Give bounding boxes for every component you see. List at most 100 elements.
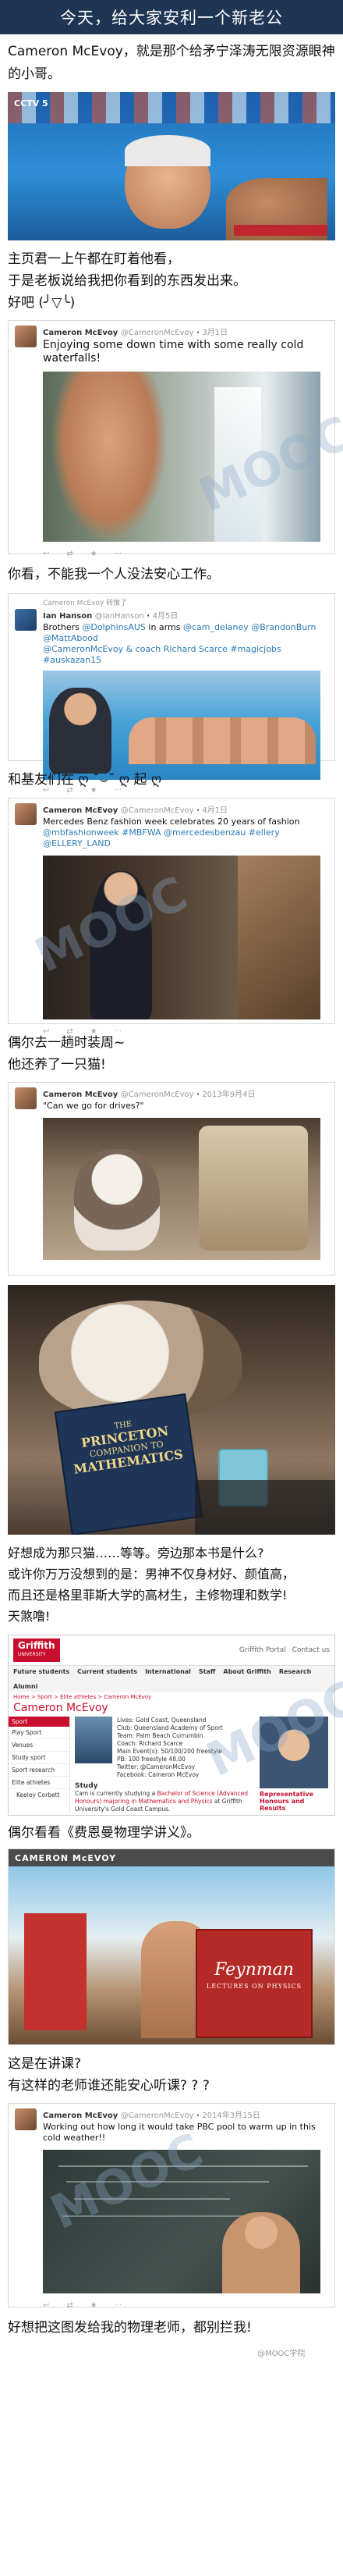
web-header: Griffith UNIVERSITY Griffith Portal Cont…: [9, 1635, 334, 1666]
page-title: 今天，给大家安利一个新老公: [60, 9, 283, 27]
tweet-handle[interactable]: @IanHanson: [95, 612, 144, 621]
coach-figure: [49, 688, 111, 774]
tweet-header: Cameron McEvoy @CameronMcEvoy · 2014年3月1…: [9, 2104, 334, 2145]
caption-intro: Cameron McEvoy，就是那个给矛宁泽涛无限资源眼神的小哥。: [8, 44, 335, 82]
nav-item[interactable]: About Griffith: [223, 1668, 271, 1675]
university-logo[interactable]: Griffith UNIVERSITY: [13, 1638, 60, 1662]
caption-line: 和基友们在 ღ ˘⌣˘ ღ 起 ღ: [8, 772, 162, 788]
profile-detail: Twitter: @CameronMcEvoy: [117, 1763, 196, 1770]
mention-link[interactable]: @CameronMcEvoy & coach Richard Scarce: [43, 644, 230, 654]
mention-link[interactable]: @ELLERY_LAND: [43, 838, 111, 849]
nav-item[interactable]: International: [145, 1668, 191, 1675]
study-heading: Study: [75, 1782, 98, 1790]
nav-item[interactable]: Research: [279, 1668, 312, 1675]
avatar[interactable]: [15, 803, 37, 825]
side-nav-item[interactable]: Play Sport: [9, 1727, 69, 1739]
avatar[interactable]: [15, 2108, 37, 2130]
car-seat: [199, 1126, 308, 1251]
footer-watermark: @MOOC学院: [257, 2350, 306, 2358]
tweet-header: Cameron McEvoy @CameronMcEvoy · 3月1日 Enj…: [9, 321, 334, 367]
logo-text: Griffith: [18, 1640, 55, 1651]
tweet-author[interactable]: Cameron McEvoy: [43, 2112, 118, 2120]
logo-subtext: UNIVERSITY: [18, 1652, 46, 1657]
cat-book-photo: THE PRINCETON COMPANION TO MATHEMATICS: [8, 1285, 335, 1535]
more-icon[interactable]: ···: [115, 550, 122, 558]
tweet-author[interactable]: Cameron McEvoy: [43, 806, 118, 815]
side-nav-item[interactable]: Keeley Corbett: [9, 1789, 69, 1801]
profile-detail: Facebook: Cameron McEvoy: [117, 1771, 200, 1778]
caption-line: 有这样的老师谁还能安心听课? ? ?: [8, 2078, 210, 2094]
profile-detail: Coach: Richard Scarce: [117, 1740, 183, 1747]
more-icon[interactable]: ···: [115, 2301, 122, 2310]
caption-line: 这是在讲课?: [8, 2056, 82, 2072]
tweet-text-part: Brothers: [43, 622, 83, 632]
caption-line: 或许你万万没想到的是：男神不仅身材好、颜值高，: [8, 1567, 295, 1582]
like-icon[interactable]: ★: [90, 2301, 97, 2310]
caption-line: 好想把这图发给我的物理老师，都别拦我!: [8, 2320, 252, 2336]
fashion-week-photo[interactable]: [43, 856, 320, 1019]
lane-rope: [8, 92, 335, 123]
reply-icon[interactable]: ↩: [43, 550, 49, 558]
caption-line: 好想成为那只猫……等等。旁边那本书是什么?: [8, 1546, 264, 1560]
nav-item[interactable]: Alumni: [13, 1683, 37, 1690]
side-nav-item[interactable]: Elite athletes: [9, 1777, 69, 1789]
tweet-author[interactable]: Ian Hanson: [43, 612, 92, 621]
caption-line: 天煞噜!: [8, 1609, 51, 1624]
tweet-handle[interactable]: @CameronMcEvoy: [121, 329, 194, 337]
tweet-date: 3月1日: [202, 329, 228, 337]
tweet-handle[interactable]: @CameronMcEvoy: [121, 2112, 194, 2120]
tweet-text-part: in arms: [145, 622, 183, 632]
retweet-icon[interactable]: ⇄: [66, 550, 72, 558]
avatar[interactable]: [15, 1087, 37, 1109]
hashtag-link[interactable]: @mbfashionweek #MBFWA @mercedesbenzau #e…: [43, 827, 280, 838]
tweet-text-part: Mercedes Benz fashion week celebrates 20…: [43, 817, 300, 827]
waterfall-photo[interactable]: [43, 372, 320, 542]
honours-link[interactable]: Representative: [260, 1791, 331, 1798]
team-photo[interactable]: [43, 671, 320, 780]
caption-line: 偶尔去一趟时装周~: [8, 1035, 126, 1051]
tweet-card[interactable]: Cameron McEvoy @CameronMcEvoy · 4月1日 Mer…: [8, 798, 335, 1036]
breadcrumb[interactable]: Home > Sport > Elite athletes > Cameron …: [9, 1692, 334, 1702]
side-nav-item[interactable]: Venues: [9, 1739, 69, 1752]
profile-detail: Lives: Gold Coast, Queensland: [117, 1717, 207, 1724]
top-link[interactable]: Contact us: [292, 1646, 330, 1654]
tweet-card[interactable]: Cameron McEvoy @CameronMcEvoy · 2013年9月4…: [8, 1082, 335, 1276]
cat-in-car-photo[interactable]: [43, 1118, 320, 1260]
avatar[interactable]: [15, 609, 37, 631]
side-nav-item[interactable]: Sport: [9, 1717, 69, 1727]
nav-item[interactable]: Current students: [77, 1668, 137, 1675]
tweet-handle[interactable]: @CameronMcEvoy: [121, 1091, 194, 1099]
like-icon[interactable]: ★: [90, 550, 97, 558]
side-nav-item[interactable]: Study sport: [9, 1752, 69, 1764]
dark-jeans: [195, 1480, 335, 1535]
math-book: THE PRINCETON COMPANION TO MATHEMATICS: [54, 1393, 203, 1535]
profile-photo-small: [75, 1717, 112, 1763]
cat: [74, 1149, 160, 1251]
tweet-card[interactable]: Cameron McEvoy @CameronMcEvoy · 2014年3月1…: [8, 2103, 335, 2310]
tweet-author[interactable]: Cameron McEvoy: [43, 329, 118, 337]
nav-item[interactable]: Future students: [13, 1668, 69, 1675]
top-link[interactable]: Griffith Portal: [239, 1646, 286, 1654]
torso: [51, 372, 168, 542]
tweet-card[interactable]: Cameron McEvoy 转推了 Ian Hanson @IanHanson…: [8, 593, 335, 795]
profile-portrait: [260, 1717, 328, 1788]
honours-link[interactable]: Honours and Results: [260, 1798, 331, 1812]
profile-detail: Club: Queensland Academy of Sport: [117, 1724, 223, 1731]
tweet-handle[interactable]: @CameronMcEvoy: [121, 806, 194, 815]
mention-link[interactable]: @DolphinsAUS: [82, 622, 146, 632]
tweet-date: 2013年9月4日: [202, 1091, 256, 1099]
side-nav-item[interactable]: Sport research: [9, 1764, 69, 1777]
retweet-icon[interactable]: ⇄: [66, 2301, 72, 2310]
tweet-author[interactable]: Cameron McEvoy: [43, 1091, 118, 1099]
waterfall: [214, 387, 261, 542]
reply-icon[interactable]: ↩: [43, 2301, 49, 2310]
red-book-left: [24, 1913, 87, 2030]
side-nav: Sport Play Sport Venues Study sport Spor…: [9, 1717, 70, 1813]
tweet-card[interactable]: Cameron McEvoy @CameronMcEvoy · 3月1日 Enj…: [8, 320, 335, 558]
tweet-date: 2014年3月15日: [202, 2112, 260, 2120]
avatar[interactable]: [15, 326, 37, 347]
nav-item[interactable]: Staff: [199, 1668, 215, 1675]
chalkboard-photo[interactable]: [43, 2150, 320, 2293]
profile-right: Representative Honours and Results: [260, 1717, 334, 1813]
caption-line: 好吧 (╯▽╰): [8, 295, 76, 311]
